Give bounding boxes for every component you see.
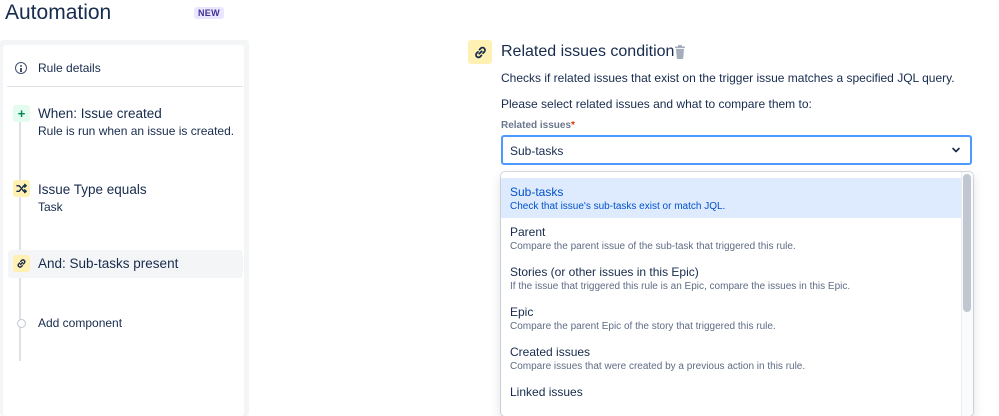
link-icon [468,40,492,64]
option-created-issues[interactable]: Created issues Compare issues that were … [501,338,961,378]
dropdown-scrollbar[interactable] [961,172,973,416]
related-issues-dropdown-menu: Sub-tasks Check that issue's sub-tasks e… [501,172,973,416]
option-description: If the issue that triggered this rule is… [510,281,851,292]
rule-steps-panel: Rule details + When: Issue created Rule … [3,45,244,416]
issue-type-step-subtitle: Task [38,200,63,214]
option-description: Compare the parent Epic of the story tha… [510,321,776,332]
rule-sidebar: Rule details + When: Issue created Rule … [0,40,249,416]
required-marker: * [571,120,575,131]
related-issues-label: Related issues* [501,120,575,131]
condition-prompt: Please select related issues and what to… [501,97,812,111]
rule-details-label: Rule details [38,61,101,75]
trash-icon[interactable] [674,45,686,59]
option-epic[interactable]: Epic Compare the parent Epic of the stor… [501,298,961,338]
option-label: Linked issues [510,385,583,399]
rule-details-item[interactable]: Rule details [7,51,243,87]
option-label: Parent [510,225,546,239]
dropdown-scrollbar-thumb[interactable] [963,174,971,312]
trigger-step[interactable]: + When: Issue created Rule is run when a… [7,104,243,152]
issue-type-step-title: Issue Type equals [38,182,147,197]
option-label: Stories (or other issues in this Epic) [510,265,699,279]
chevron-down-icon [952,147,960,153]
option-stories-in-epic[interactable]: Stories (or other issues in this Epic) I… [501,258,961,298]
page-title: Automation [5,1,112,24]
subtasks-condition-step[interactable]: And: Sub-tasks present [8,250,243,278]
related-issues-selected-value: Sub-tasks [510,144,564,158]
condition-description: Checks if related issues that exist on t… [501,71,955,85]
trigger-step-title: When: Issue created [38,106,162,121]
add-component-dot-icon [17,319,26,328]
link-icon [13,255,30,272]
info-icon [15,62,27,74]
option-label: Epic [510,305,534,319]
option-parent[interactable]: Parent Compare the parent issue of the s… [501,218,961,258]
option-label: Created issues [510,345,591,359]
related-issues-select[interactable]: Sub-tasks [501,135,972,165]
trigger-step-subtitle: Rule is run when an issue is created. [38,124,235,138]
option-description: Check that issue's sub-tasks exist or ma… [510,201,726,212]
option-sub-tasks[interactable]: Sub-tasks Check that issue's sub-tasks e… [501,178,961,218]
new-badge: NEW [194,7,224,19]
shuffle-icon [13,180,30,197]
option-linked-issues[interactable]: Linked issues [501,378,961,416]
add-component-item[interactable]: Add component [7,315,243,335]
related-issues-label-text: Related issues [501,120,572,131]
add-component-label: Add component [38,316,123,330]
condition-title: Related issues condition [501,43,675,60]
plus-icon: + [13,105,30,122]
option-description: Compare issues that were created by a pr… [510,361,806,372]
option-label: Sub-tasks [510,185,564,199]
issue-type-condition-step[interactable]: Issue Type equals Task [7,179,243,227]
subtasks-step-title: And: Sub-tasks present [38,256,179,271]
option-description: Compare the parent issue of the sub-task… [510,241,796,252]
